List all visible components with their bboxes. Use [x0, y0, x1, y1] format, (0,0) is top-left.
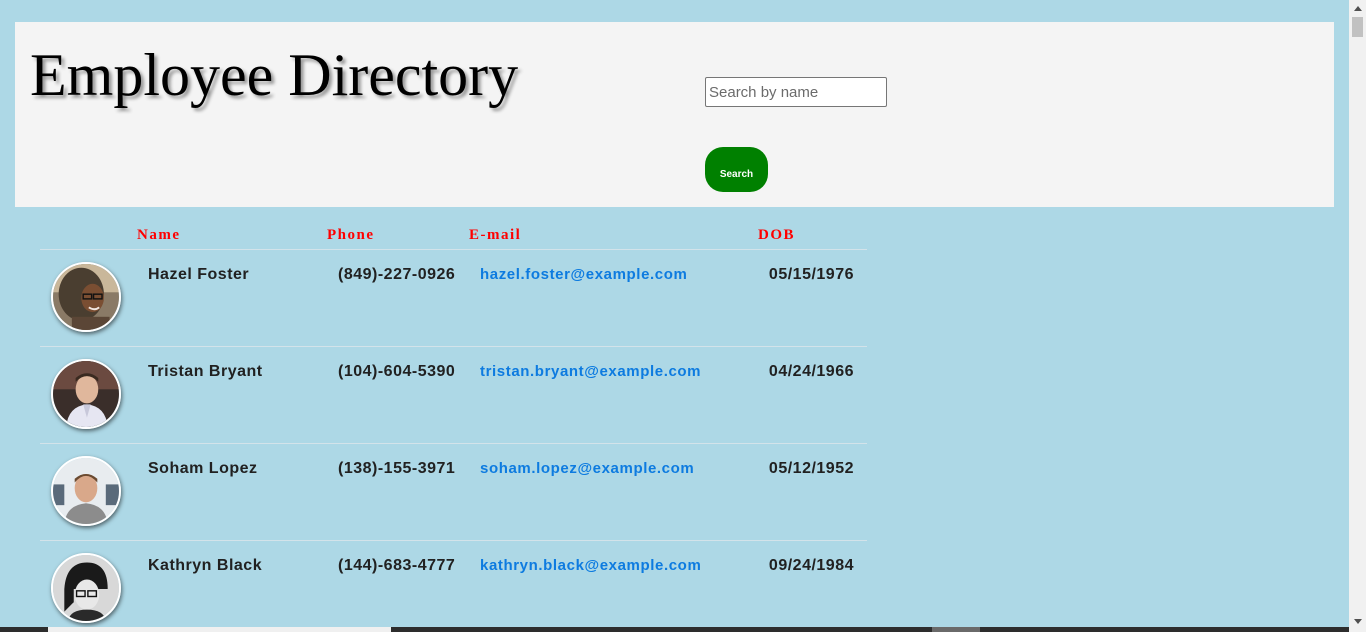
scrollbar-thumb[interactable] — [1352, 17, 1363, 37]
taskbar-item[interactable] — [48, 627, 391, 632]
avatar-photo-icon — [53, 458, 119, 524]
employee-email-link[interactable]: hazel.foster@example.com — [480, 266, 687, 283]
search-input[interactable] — [705, 77, 887, 107]
employee-name: Kathryn Black — [148, 557, 263, 574]
employee-name: Tristan Bryant — [148, 363, 263, 380]
avatar-photo-icon — [53, 555, 119, 621]
employee-phone: (849)-227-0926 — [338, 266, 456, 283]
taskbar — [0, 627, 1349, 632]
column-header-name[interactable]: Name — [137, 227, 181, 244]
table-row: Tristan Bryant (104)-604-5390 tristan.br… — [40, 347, 867, 444]
page-title: Employee Directory — [30, 42, 519, 108]
search-button[interactable]: Search — [705, 147, 768, 192]
scroll-down-arrow-icon[interactable] — [1354, 619, 1362, 624]
avatar-photo-icon — [53, 264, 119, 330]
avatar-photo-icon — [53, 361, 119, 427]
column-header-phone[interactable]: Phone — [327, 227, 375, 244]
avatar — [51, 456, 121, 526]
table-header: Name Phone E-mail DOB — [40, 222, 867, 250]
employee-email-link[interactable]: soham.lopez@example.com — [480, 460, 694, 477]
employee-name: Soham Lopez — [148, 460, 258, 477]
employee-phone: (144)-683-4777 — [338, 557, 456, 574]
employee-dob: 04/24/1966 — [768, 363, 854, 380]
vertical-scrollbar[interactable] — [1349, 0, 1366, 632]
employee-email-link[interactable]: tristan.bryant@example.com — [480, 363, 701, 380]
page: Employee Directory Search Name Phone E-m… — [0, 0, 1366, 632]
column-header-dob[interactable]: DOB — [758, 227, 795, 244]
employee-table: Name Phone E-mail DOB Hazel Foster (849)… — [40, 222, 867, 632]
header: Employee Directory Search — [15, 22, 1334, 207]
table-row: Hazel Foster (849)-227-0926 hazel.foster… — [40, 250, 867, 347]
employee-name: Hazel Foster — [148, 266, 250, 283]
employee-dob: 05/15/1976 — [768, 266, 854, 283]
taskbar-item[interactable] — [932, 627, 980, 632]
column-header-email[interactable]: E-mail — [469, 227, 521, 244]
employee-email-link[interactable]: kathryn.black@example.com — [480, 557, 701, 574]
avatar — [51, 262, 121, 332]
employee-dob: 09/24/1984 — [768, 557, 854, 574]
employee-phone: (104)-604-5390 — [338, 363, 456, 380]
avatar — [51, 553, 121, 623]
employee-dob: 05/12/1952 — [768, 460, 854, 477]
table-row: Kathryn Black (144)-683-4777 kathryn.bla… — [40, 541, 867, 632]
employee-phone: (138)-155-3971 — [338, 460, 456, 477]
scroll-up-arrow-icon[interactable] — [1354, 6, 1362, 11]
table-row: Soham Lopez (138)-155-3971 soham.lopez@e… — [40, 444, 867, 541]
avatar — [51, 359, 121, 429]
